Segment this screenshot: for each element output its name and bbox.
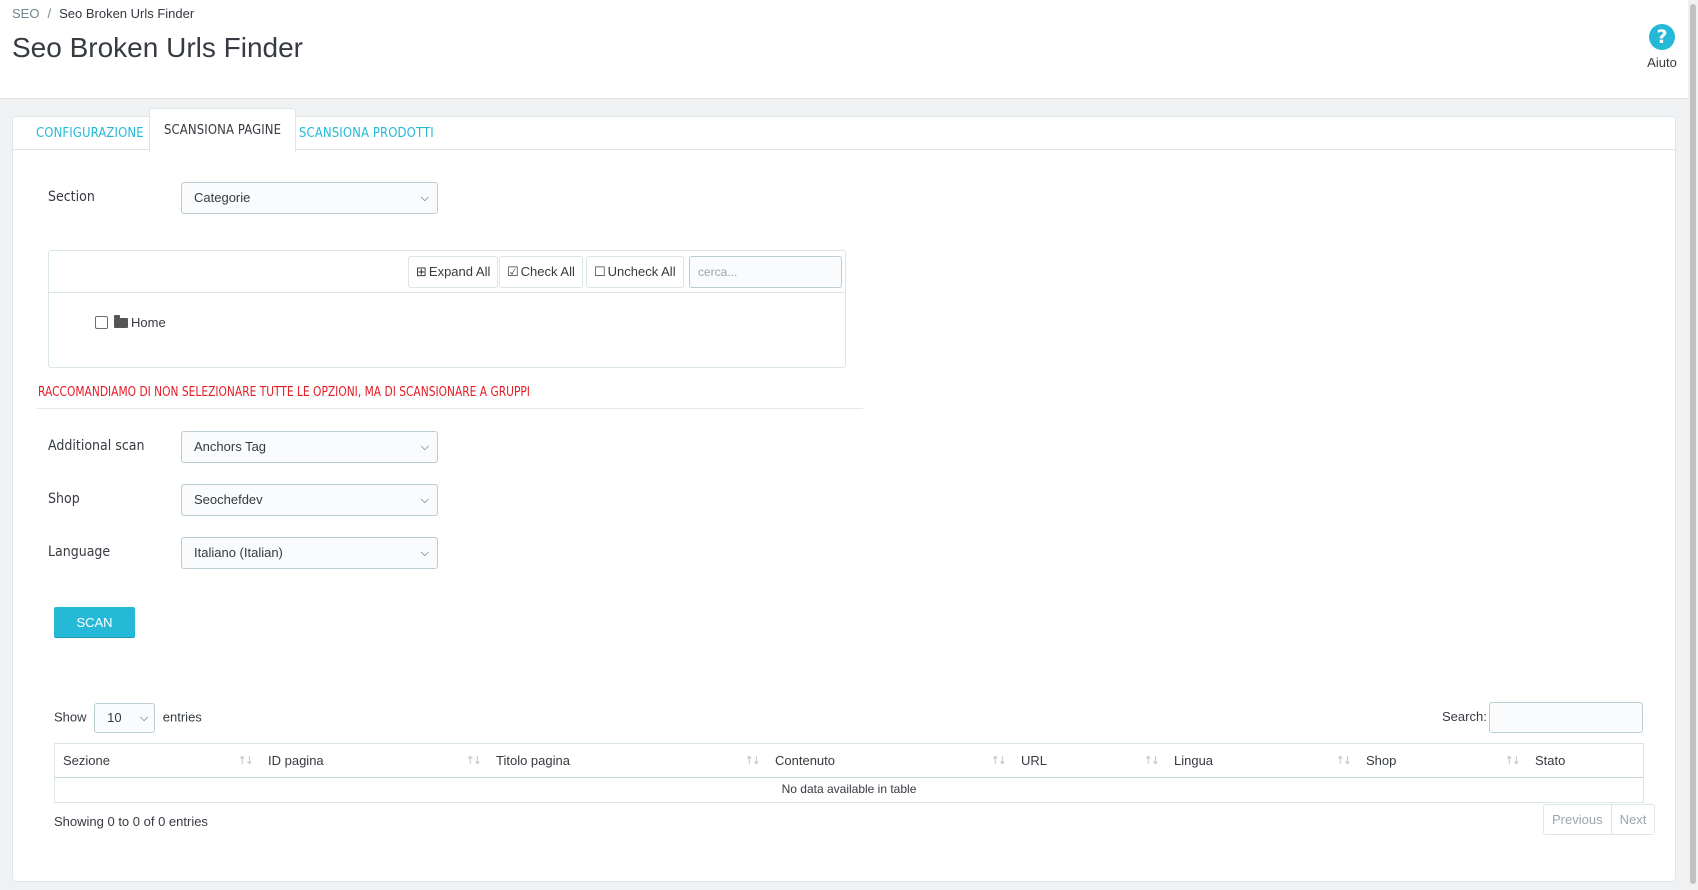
tab-scansiona-prodotti[interactable]: SCANSIONA PRODOTTI xyxy=(285,112,448,156)
breadcrumb-parent[interactable]: SEO xyxy=(12,6,39,21)
tree-item-checkbox[interactable] xyxy=(95,316,108,329)
column-label: ID pagina xyxy=(268,753,324,768)
help-icon: ? xyxy=(1649,24,1675,50)
sort-icon: ↑↓ xyxy=(1504,754,1522,767)
column-label: Stato xyxy=(1535,753,1566,768)
column-header-shop[interactable]: Shop ↑↓ xyxy=(1358,744,1527,778)
entries-select-value: 10 xyxy=(107,710,122,725)
uncheck-all-label: Uncheck All xyxy=(607,264,676,279)
shop-select-value: Seochefdev xyxy=(194,492,263,507)
column-header-contenuto[interactable]: Contenuto ↑↓ xyxy=(767,744,1013,778)
sort-icon: ↑↓ xyxy=(1143,754,1161,767)
tab-scansiona-pagine[interactable]: SCANSIONA PAGINE xyxy=(149,108,297,153)
column-header-url[interactable]: URL ↑↓ xyxy=(1013,744,1166,778)
checked-box-icon: ☑ xyxy=(507,265,519,280)
table-info: Showing 0 to 0 of 0 entries xyxy=(54,814,208,829)
folder-icon xyxy=(114,315,128,328)
uncheck-all-button[interactable]: ☐ Uncheck All xyxy=(586,256,684,288)
breadcrumb-current: Seo Broken Urls Finder xyxy=(59,6,195,21)
check-all-button[interactable]: ☑ Check All xyxy=(499,256,583,288)
table-empty-row: No data available in table xyxy=(781,782,917,796)
entries-select[interactable]: 10 ⌵ xyxy=(94,703,156,733)
section-select[interactable]: Categorie ⌵ xyxy=(181,182,438,214)
shop-label: Shop xyxy=(48,491,80,507)
tree-item-label: Home xyxy=(131,315,166,330)
table-length-control: Show 10 ⌵ entries xyxy=(54,703,202,733)
show-label: Show xyxy=(54,709,87,725)
language-select-value: Italiano (Italian) xyxy=(194,545,283,560)
column-label: Contenuto xyxy=(775,753,835,768)
tree-toolbar: ⊞ Expand All ☑ Check All ☐ Uncheck All cerc… xyxy=(49,251,845,293)
tab-bar: CONFIGURAZIONE SCANSIONA PAGINE SCANSION… xyxy=(13,108,1675,153)
table-search-label: Search: xyxy=(1442,709,1487,724)
check-all-label: Check All xyxy=(520,264,575,279)
scrollbar-thumb[interactable] xyxy=(1690,4,1696,884)
page-header: SEO / Seo Broken Urls Finder Seo Broken Ur… xyxy=(0,0,1688,99)
sort-icon: ↑↓ xyxy=(465,754,483,767)
page-title: Seo Broken Urls Finder xyxy=(12,32,304,63)
column-label: URL xyxy=(1021,753,1048,768)
main-panel: CONFIGURAZIONE SCANSIONA PAGINE SCANSION… xyxy=(12,108,1676,882)
previous-page-button[interactable]: Previous xyxy=(1544,805,1611,834)
column-label: Lingua xyxy=(1174,753,1214,768)
pagination: Previous Next xyxy=(1543,804,1656,835)
additional-scan-label: Additional scan xyxy=(48,438,145,454)
warning-message: RACCOMANDIAMO DI NON SELEZIONARE TUTTE L… xyxy=(36,385,863,409)
warning-text: RACCOMANDIAMO DI NON SELEZIONARE TUTTE L… xyxy=(38,385,530,400)
page-scrollbar[interactable] xyxy=(1688,0,1698,890)
sort-icon: ↑↓ xyxy=(237,754,255,767)
language-label: Language xyxy=(48,544,111,560)
section-label: Section xyxy=(48,189,95,205)
expand-all-button[interactable]: ⊞ Expand All xyxy=(408,256,499,288)
chevron-down-icon: ⌵ xyxy=(420,493,429,506)
column-label: Sezione xyxy=(63,753,110,768)
column-header-sezione[interactable]: Sezione ↑↓ xyxy=(55,744,260,778)
empty-box-icon: ☐ xyxy=(594,265,606,280)
column-header-titolo-pagina[interactable]: Titolo pagina ↑↓ xyxy=(488,744,767,778)
shop-select[interactable]: Seochefdev ⌵ xyxy=(181,484,438,516)
column-label: Titolo pagina xyxy=(496,753,570,768)
expand-icon: ⊞ xyxy=(416,265,427,280)
tree-search-input[interactable]: cerca... xyxy=(689,256,842,288)
section-select-value: Categorie xyxy=(194,190,251,205)
chevron-down-icon: ⌵ xyxy=(420,440,429,453)
help-label: Aiuto xyxy=(1647,55,1677,70)
additional-scan-select[interactable]: Anchors Tag ⌵ xyxy=(181,431,438,463)
sort-icon: ↑↓ xyxy=(744,754,762,767)
results-table: Sezione ↑↓ ID pagina ↑↓ Titolo pagina ↑↓ Co… xyxy=(54,743,1644,803)
column-header-stato[interactable]: Stato xyxy=(1527,744,1643,778)
scan-button[interactable]: SCAN xyxy=(54,607,135,638)
column-header-id-pagina[interactable]: ID pagina ↑↓ xyxy=(260,744,488,778)
additional-scan-value: Anchors Tag xyxy=(194,439,267,454)
sort-icon: ↑↓ xyxy=(990,754,1008,767)
breadcrumb: SEO / Seo Broken Urls Finder xyxy=(12,6,194,21)
entries-label: entries xyxy=(162,709,202,725)
column-header-lingua[interactable]: Lingua ↑↓ xyxy=(1166,744,1358,778)
tab-configurazione[interactable]: CONFIGURAZIONE xyxy=(22,112,158,156)
column-label: Shop xyxy=(1366,753,1397,768)
expand-all-label: Expand All xyxy=(428,264,491,279)
category-tree: ⊞ Expand All ☑ Check All ☐ Uncheck All cerc… xyxy=(48,250,846,368)
chevron-down-icon: ⌵ xyxy=(420,191,429,204)
chevron-down-icon: ⌵ xyxy=(139,711,149,724)
breadcrumb-separator: / xyxy=(47,6,52,21)
chevron-down-icon: ⌵ xyxy=(420,546,429,559)
next-page-button[interactable]: Next xyxy=(1610,805,1655,834)
language-select[interactable]: Italiano (Italian) ⌵ xyxy=(181,537,438,569)
help-button[interactable]: ? Aiuto xyxy=(1640,24,1684,70)
tree-item-home[interactable]: Home xyxy=(95,315,166,330)
table-search-input[interactable] xyxy=(1489,702,1643,733)
table-header: Sezione ↑↓ ID pagina ↑↓ Titolo pagina ↑↓ Co… xyxy=(55,744,1643,778)
sort-icon: ↑↓ xyxy=(1335,754,1353,767)
